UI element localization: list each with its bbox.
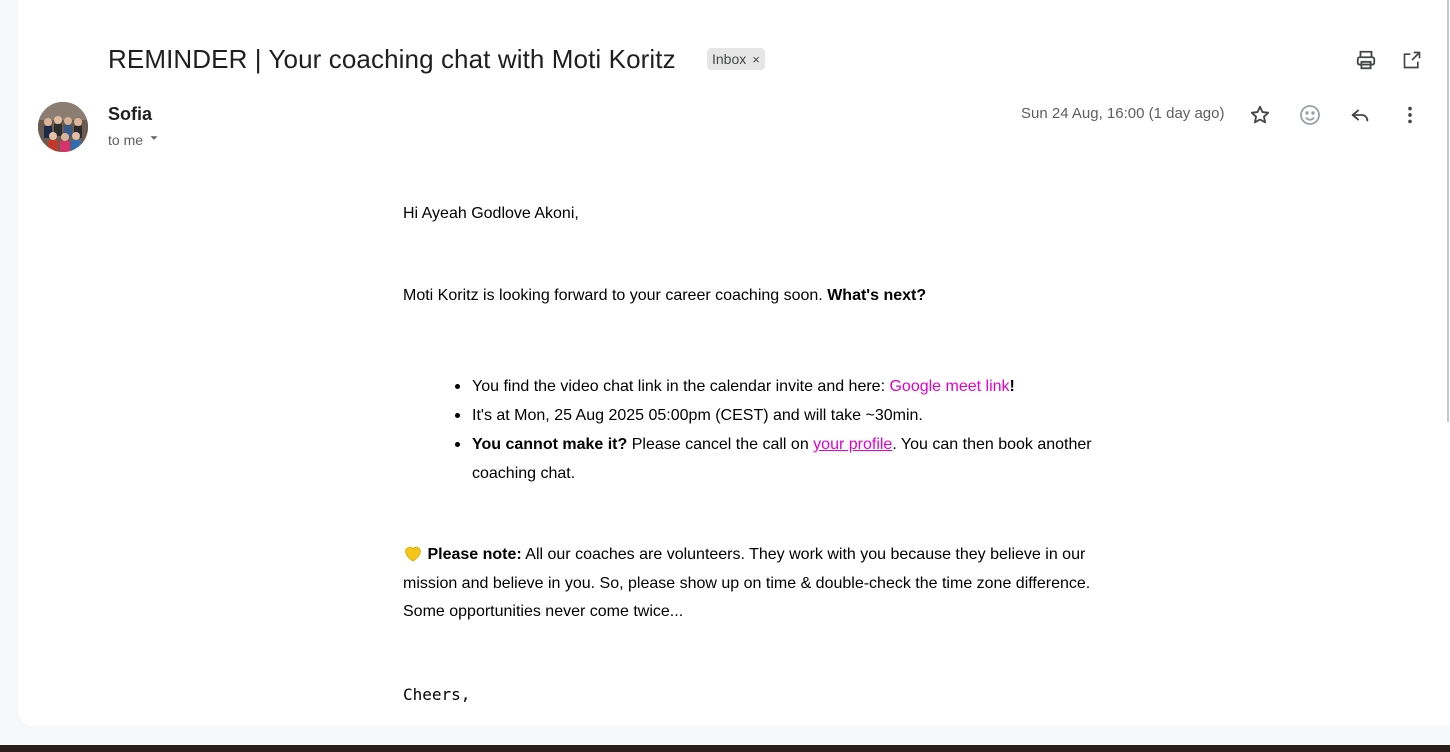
label-text: Inbox (712, 51, 747, 67)
bullet1-end: ! (1009, 378, 1015, 395)
list-item: You cannot make it? Please cancel the ca… (453, 430, 1113, 488)
note-paragraph: Please note: All our coaches are volunte… (403, 541, 1113, 627)
note-bold: Please note: (427, 546, 522, 563)
print-icon[interactable] (1354, 48, 1378, 72)
open-in-new-window-icon[interactable] (1400, 48, 1424, 72)
your-profile-link[interactable]: your profile (813, 436, 892, 453)
reply-icon[interactable] (1348, 103, 1372, 127)
email-subject: REMINDER | Your coaching chat with Moti … (108, 44, 676, 74)
recipient-details-toggle[interactable]: to me (108, 131, 161, 148)
list-item: It's at Mon, 25 Aug 2025 05:00pm (CEST) … (453, 401, 1113, 430)
email-date: Sun 24 Aug, 16:00 (1 day ago) (1021, 105, 1225, 122)
inbox-label-chip[interactable]: Inbox × (707, 48, 765, 70)
emoji-reaction-icon[interactable] (1298, 103, 1322, 127)
intro-bold: What's next? (827, 287, 927, 304)
next-steps-list: You find the video chat link in the cale… (453, 372, 1113, 488)
sender-name[interactable]: Sofia (108, 104, 152, 125)
intro-paragraph: Moti Koritz is looking forward to your c… (403, 287, 926, 305)
google-meet-link[interactable]: Google meet link (889, 378, 1009, 395)
taskbar-edge (0, 745, 1450, 752)
more-vert-icon[interactable] (1398, 103, 1422, 127)
bullet3-bold: You cannot make it? (472, 436, 628, 453)
list-item: You find the video chat link in the cale… (453, 372, 1113, 401)
remove-label-icon[interactable]: × (752, 52, 760, 67)
bullet3-text: Please cancel the call on (627, 436, 814, 453)
greeting: Hi Ayeah Godlove Akoni, (403, 205, 579, 222)
chevron-down-icon[interactable] (147, 131, 161, 148)
bullet2-text: It's at Mon, 25 Aug 2025 05:00pm (CEST) … (472, 407, 923, 424)
scrollbar[interactable] (1447, 0, 1449, 422)
recipient-label: to me (108, 131, 144, 148)
sender-avatar[interactable] (38, 102, 88, 152)
signoff: Cheers, (403, 685, 471, 704)
bullet1-text: You find the video chat link in the cale… (472, 378, 890, 395)
star-icon[interactable] (1248, 103, 1272, 127)
yellow-heart-icon (405, 546, 421, 562)
intro-text: Moti Koritz is looking forward to your c… (403, 287, 828, 304)
